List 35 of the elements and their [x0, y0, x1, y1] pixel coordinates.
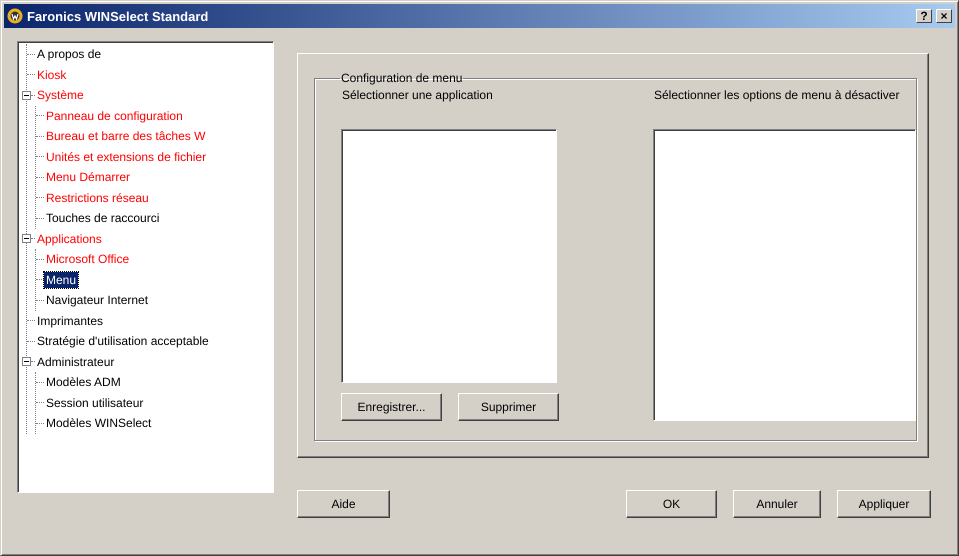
- field-label: Sélectionner une application: [342, 88, 494, 104]
- tree-item[interactable]: Kiosk: [35, 66, 68, 83]
- group-title: Configuration de menu: [340, 71, 464, 85]
- help-button[interactable]: Aide: [297, 490, 390, 518]
- app-logo-icon: [7, 8, 23, 24]
- tree-item[interactable]: Restrictions réseau: [44, 190, 151, 206]
- tree-item[interactable]: Menu Démarrer: [44, 169, 132, 186]
- tree-item[interactable]: Session utilisateur: [44, 394, 146, 411]
- tree-item[interactable]: A propos de: [35, 46, 104, 62]
- tree-item[interactable]: Imprimantes: [35, 312, 106, 329]
- save-button[interactable]: Enregistrer...: [341, 393, 442, 421]
- tree-item[interactable]: Microsoft Office: [44, 251, 132, 268]
- tree-item[interactable]: Système: [35, 87, 86, 104]
- collapse-icon[interactable]: [22, 234, 31, 244]
- window-title: Faronics WINSelect Standard: [27, 8, 210, 24]
- collapse-icon[interactable]: [22, 357, 31, 366]
- tree-item[interactable]: Navigateur Internet: [44, 292, 150, 308]
- tree-item[interactable]: Applications: [35, 230, 104, 247]
- cancel-button[interactable]: Annuler: [733, 490, 821, 518]
- close-button[interactable]: ×: [936, 9, 952, 23]
- tree-item[interactable]: Administrateur: [35, 354, 116, 370]
- field-label: Sélectionner les options de menu à désactiver: [654, 88, 900, 104]
- tree-item[interactable]: Modèles ADM: [44, 374, 123, 390]
- tree-item[interactable]: Modèles WINSelect: [44, 415, 154, 432]
- tree-item[interactable]: Touches de raccourci: [44, 210, 162, 226]
- tree-item[interactable]: Stratégie d'utilisation acceptable: [35, 333, 211, 350]
- collapse-icon[interactable]: [22, 90, 31, 100]
- tree-item[interactable]: Panneau de configuration: [44, 108, 185, 124]
- tree-item[interactable]: Unités et extensions de fichier: [44, 148, 208, 165]
- tree-item[interactable]: Menu: [44, 272, 78, 288]
- apply-button[interactable]: Appliquer: [837, 490, 931, 518]
- delete-button[interactable]: Supprimer: [458, 393, 559, 421]
- tree-item[interactable]: Bureau et barre des tâches W: [44, 128, 208, 144]
- help-button[interactable]: ?: [916, 9, 932, 23]
- ok-button[interactable]: OK: [626, 490, 717, 518]
